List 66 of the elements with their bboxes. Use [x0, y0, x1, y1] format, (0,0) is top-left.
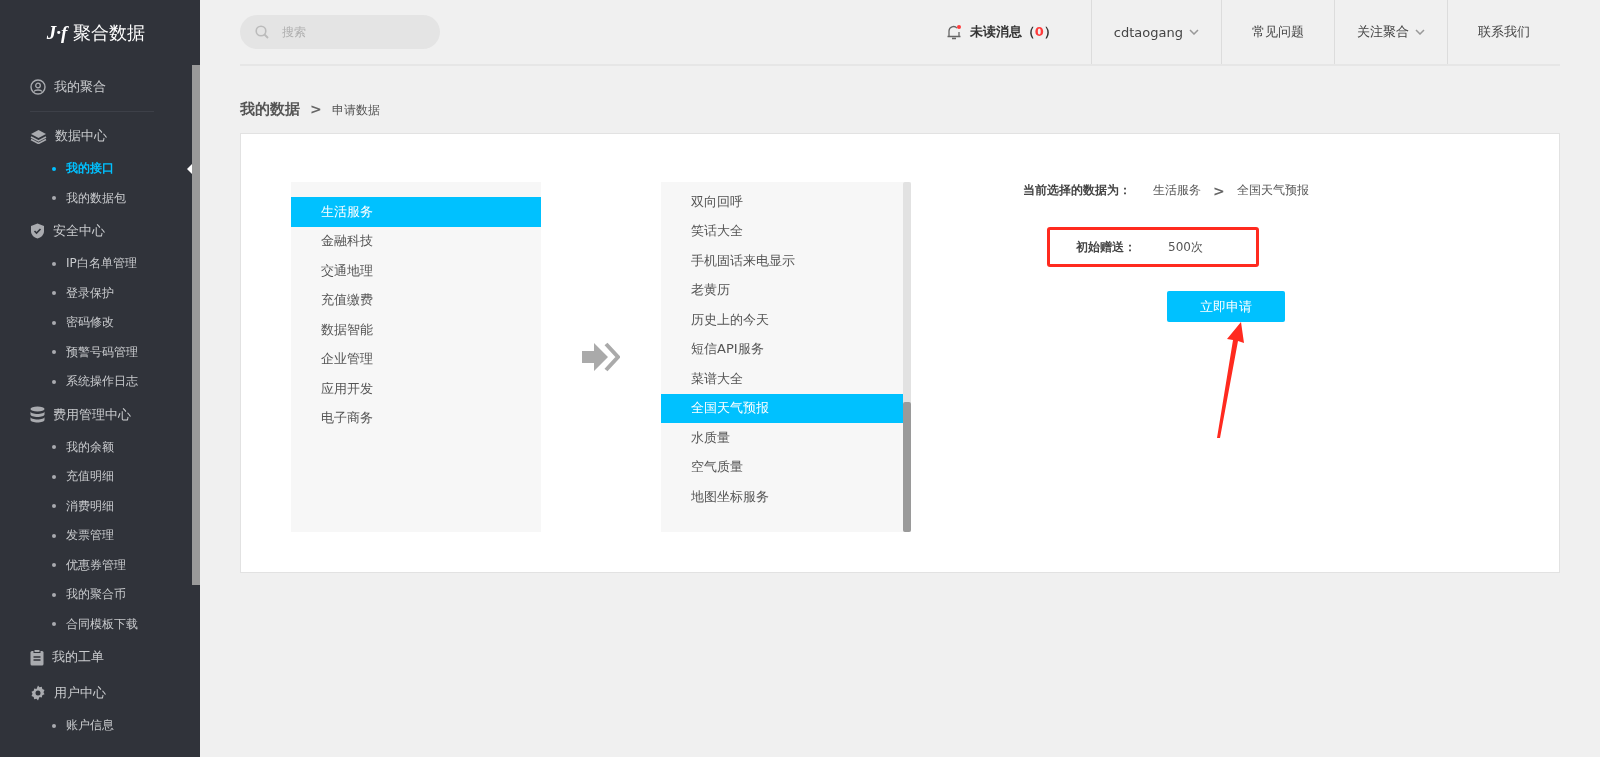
api-item[interactable]: 手机固话来电显示	[661, 246, 903, 276]
gift-value: 500次	[1168, 238, 1203, 256]
api-item[interactable]: 笑话大全	[661, 216, 903, 246]
category-item[interactable]: 金融科技	[291, 226, 541, 256]
logo-mark: J·f	[46, 21, 68, 44]
shield-check-icon	[30, 223, 45, 239]
breadcrumb-title[interactable]: 我的数据	[240, 100, 300, 119]
sidebar-item[interactable]: 账户信息	[0, 711, 192, 741]
sidebar-item[interactable]: 充值明细	[0, 462, 192, 492]
scrollbar-thumb[interactable]	[903, 402, 911, 532]
sidebar-item[interactable]: 系统操作日志	[0, 367, 192, 397]
settings-icon	[30, 685, 46, 701]
nav-link[interactable]: 常见问题	[1221, 0, 1334, 64]
breadcrumb-current: 申请数据	[331, 102, 380, 119]
database-icon	[30, 406, 45, 423]
api-item[interactable]: 短信API服务	[661, 334, 903, 364]
logo-text: 聚合数据	[73, 20, 146, 45]
double-arrow-icon	[582, 342, 620, 372]
sidebar-item[interactable]: 优惠券管理	[0, 550, 192, 580]
api-item[interactable]: 菜谱大全	[661, 364, 903, 394]
nav-link[interactable]: 联系我们	[1447, 0, 1560, 64]
clipboard-icon	[30, 648, 44, 666]
api-item[interactable]: 双向回呼	[661, 187, 903, 217]
sidebar-item[interactable]: 合同模板下载	[0, 609, 192, 639]
gift-label: 初始赠送：	[1076, 238, 1136, 256]
selection-label: 当前选择的数据为：	[1023, 182, 1131, 199]
bell-icon[interactable]	[945, 24, 962, 40]
sidebar-item[interactable]: 消费明细	[0, 491, 192, 521]
sidebar-item[interactable]: 发票管理	[0, 521, 192, 551]
nav-link[interactable]: 关注聚合	[1334, 0, 1447, 64]
sidebar-item[interactable]: 我的聚合币	[0, 580, 192, 610]
category-item[interactable]: 电子商务	[291, 403, 541, 433]
sidebar-group[interactable]: 数据中心	[0, 118, 192, 154]
sidebar-item[interactable]: 我的余额	[0, 432, 192, 462]
selected-category: 生活服务	[1153, 182, 1201, 199]
sidebar-group[interactable]: 安全中心	[0, 213, 192, 249]
category-item[interactable]: 交通地理	[291, 256, 541, 286]
sidebar-item[interactable]: 我的数据包	[0, 183, 192, 213]
sidebar-group[interactable]: 我的聚合	[0, 69, 192, 105]
sidebar-item[interactable]: IP白名单管理	[0, 249, 192, 279]
category-item[interactable]: 数据智能	[291, 315, 541, 345]
category-item[interactable]: 应用开发	[291, 374, 541, 404]
breadcrumb-separator: >	[310, 101, 322, 117]
api-item[interactable]: 空气质量	[661, 452, 903, 482]
user-icon	[30, 79, 46, 95]
sidebar-group[interactable]: 我的工单	[0, 639, 192, 675]
api-item[interactable]: 老黄历	[661, 275, 903, 305]
selected-api: 全国天气预报	[1236, 182, 1309, 199]
api-item[interactable]: 地图坐标服务	[661, 482, 903, 512]
layers-icon	[30, 128, 47, 144]
selection-separator: >	[1213, 182, 1225, 199]
api-item[interactable]: 水质量	[661, 423, 903, 453]
category-item[interactable]: 充值缴费	[291, 285, 541, 315]
api-item[interactable]: 历史上的今天	[661, 305, 903, 335]
nav-link[interactable]: cdtaogang	[1090, 0, 1221, 64]
sidebar-group[interactable]: 费用管理中心	[0, 396, 192, 433]
search-icon	[255, 25, 269, 39]
scrollbar-thumb[interactable]	[192, 65, 200, 585]
sidebar-item[interactable]: 登录保护	[0, 278, 192, 308]
sidebar-item[interactable]: 密码修改	[0, 308, 192, 338]
chevron-down-icon	[1189, 29, 1199, 35]
sidebar-group[interactable]: 用户中心	[0, 675, 192, 711]
chevron-down-icon	[1415, 29, 1425, 35]
unread-messages-link[interactable]: 未读消息（0）	[969, 23, 1057, 41]
sidebar-item[interactable]: 预警号码管理	[0, 337, 192, 367]
category-item[interactable]: 企业管理	[291, 344, 541, 374]
